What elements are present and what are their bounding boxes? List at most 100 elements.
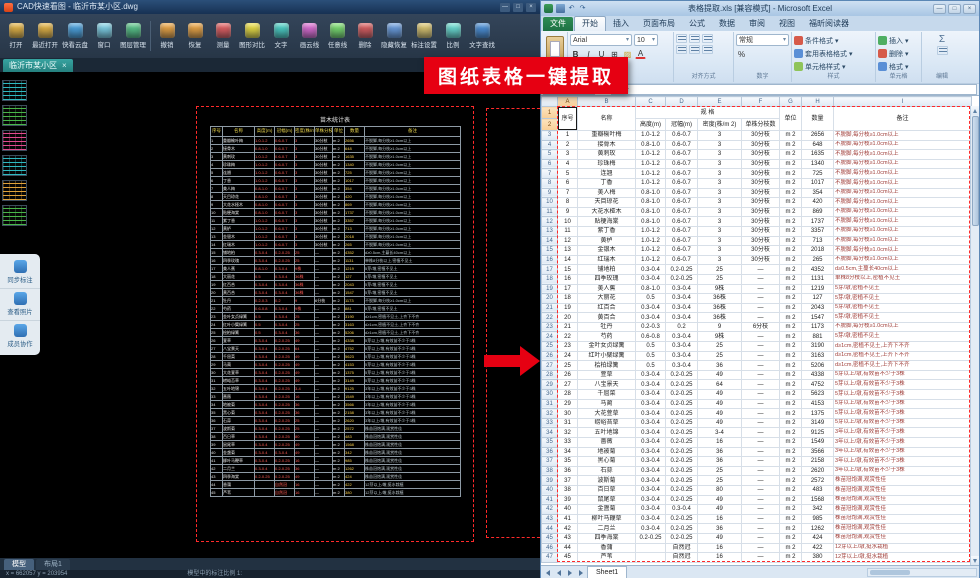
cell-A8[interactable]: 6 bbox=[558, 178, 578, 188]
redo-icon[interactable]: ↷ bbox=[578, 4, 587, 13]
cell-F23[interactable]: 6分枝 bbox=[742, 322, 780, 332]
cell-B4[interactable]: 接骨木 bbox=[578, 140, 636, 150]
undo-icon[interactable]: ↶ bbox=[567, 4, 576, 13]
cad-toolbar-measure-icon[interactable]: 测量 bbox=[209, 16, 237, 56]
cell-I42[interactable]: 株苗冠饱满,观赏性佳 bbox=[834, 505, 972, 515]
cell-C7[interactable]: 1.0-1.2 bbox=[636, 169, 666, 179]
cell-E32[interactable]: 49 bbox=[698, 409, 742, 419]
cell-C11[interactable]: 0.8-1.0 bbox=[636, 207, 666, 217]
row-header-41[interactable]: 41 bbox=[542, 495, 558, 505]
cell-B45[interactable]: 四季海棠 bbox=[578, 533, 636, 543]
cell-F6[interactable]: 30分枝 bbox=[742, 159, 780, 169]
row-header-16[interactable]: 16 bbox=[542, 255, 558, 265]
cell-I18[interactable]: 单株8分枝以上,密植不见土 bbox=[834, 274, 972, 284]
ribbon-tab-审阅[interactable]: 审阅 bbox=[742, 17, 772, 31]
cell-D12[interactable]: 0.6-0.7 bbox=[666, 217, 698, 227]
drawing-thumbnail[interactable] bbox=[2, 80, 27, 101]
cell-C16[interactable]: 1.0-1.2 bbox=[636, 255, 666, 265]
cell-B23[interactable]: 牡丹 bbox=[578, 322, 636, 332]
cell-C42[interactable]: 0.3-0.4 bbox=[636, 505, 666, 515]
cell-D22[interactable]: 0.3-0.4 bbox=[666, 313, 698, 323]
cell-D39[interactable]: 0.2-0.25 bbox=[666, 476, 698, 486]
cell-D19[interactable]: 0.3-0.4 bbox=[666, 284, 698, 294]
cell-F30[interactable]: — bbox=[742, 390, 780, 400]
cell-F31[interactable]: — bbox=[742, 399, 780, 409]
row-header-9[interactable]: 9 bbox=[542, 188, 558, 198]
row-header-43[interactable]: 43 bbox=[542, 514, 558, 524]
row-header-47[interactable]: 47 bbox=[542, 553, 558, 563]
cell-F29[interactable]: — bbox=[742, 380, 780, 390]
row-header-45[interactable]: 45 bbox=[542, 533, 558, 543]
cell-H19[interactable]: 1219 bbox=[802, 284, 834, 294]
cell-C25[interactable]: 0.5 bbox=[636, 342, 666, 352]
cell-F41[interactable]: — bbox=[742, 495, 780, 505]
cell-B7[interactable]: 连翘 bbox=[578, 169, 636, 179]
cell-H18[interactable]: 1131 bbox=[802, 274, 834, 284]
cell-E40[interactable]: 80 bbox=[698, 485, 742, 495]
cell-F46[interactable]: — bbox=[742, 543, 780, 553]
row-header-22[interactable]: 22 bbox=[542, 313, 558, 323]
cell-F4[interactable]: 30分枝 bbox=[742, 140, 780, 150]
row-header-37[interactable]: 37 bbox=[542, 457, 558, 467]
cell-E28[interactable]: 49 bbox=[698, 370, 742, 380]
cell-I29[interactable]: 5芽以上/墩,有效苗不少于3株 bbox=[834, 380, 972, 390]
cell-C6[interactable]: 1.0-1.2 bbox=[636, 159, 666, 169]
align-left-icon[interactable] bbox=[676, 45, 687, 54]
cad-toolbar-cloud-drive-icon[interactable]: 快看云盘 bbox=[60, 16, 90, 56]
cells-button-insert-cells-icon[interactable]: 插入▾ bbox=[878, 34, 919, 47]
cell-I28[interactable]: 5芽以上/墩,有效苗不少于3株 bbox=[834, 370, 972, 380]
cell-G15[interactable]: m 2 bbox=[780, 246, 802, 256]
cell-E16[interactable]: 3 bbox=[698, 255, 742, 265]
cell-H31[interactable]: 4153 bbox=[802, 399, 834, 409]
cell-E18[interactable]: 25 bbox=[698, 274, 742, 284]
cell-E38[interactable]: 25 bbox=[698, 466, 742, 476]
cad-document-tab[interactable]: 临沂市某小区 × bbox=[3, 59, 73, 72]
col-header-H[interactable]: H bbox=[802, 97, 834, 107]
cell-D4[interactable]: 0.6-0.7 bbox=[666, 140, 698, 150]
cell-C36[interactable]: 0.3-0.4 bbox=[636, 447, 666, 457]
row-header-13[interactable]: 13 bbox=[542, 226, 558, 236]
cell-G35[interactable]: m 2 bbox=[780, 438, 802, 448]
minimize-icon[interactable]: — bbox=[500, 3, 510, 12]
col-header-G[interactable]: G bbox=[780, 97, 802, 107]
cell-D13[interactable]: 0.6-0.7 bbox=[666, 226, 698, 236]
cell-C37[interactable]: 0.3-0.4 bbox=[636, 457, 666, 467]
cell-I23[interactable]: 不脱脚,每分枝≥1.0cm以上 bbox=[834, 322, 972, 332]
cell-H11[interactable]: 869 bbox=[802, 207, 834, 217]
cell-C26[interactable]: 0.5 bbox=[636, 351, 666, 361]
cell-G1[interactable]: 单位 bbox=[780, 107, 802, 131]
cell-B46[interactable]: 香蒲 bbox=[578, 543, 636, 553]
cell-B44[interactable]: 二月兰 bbox=[578, 524, 636, 534]
ribbon-tab-开始[interactable]: 开始 bbox=[574, 16, 606, 31]
cell-D7[interactable]: 0.6-0.7 bbox=[666, 169, 698, 179]
cell-D36[interactable]: 0.2-0.25 bbox=[666, 447, 698, 457]
cell-I21[interactable]: 5芽/墩,密植不见土 bbox=[834, 303, 972, 313]
cell-F26[interactable]: — bbox=[742, 351, 780, 361]
cell-C41[interactable]: 0.3-0.4 bbox=[636, 495, 666, 505]
cell-I4[interactable]: 不脱脚,每分枝≥1.0cm以上 bbox=[834, 140, 972, 150]
cell-A27[interactable]: 25 bbox=[558, 361, 578, 371]
row-header-24[interactable]: 24 bbox=[542, 332, 558, 342]
cell-E4[interactable]: 3 bbox=[698, 140, 742, 150]
close-icon[interactable]: × bbox=[963, 4, 976, 14]
cell-E15[interactable]: 3 bbox=[698, 246, 742, 256]
cell-D8[interactable]: 0.6-0.7 bbox=[666, 178, 698, 188]
cell-C46[interactable] bbox=[636, 543, 666, 553]
cell-G25[interactable]: m 2 bbox=[780, 342, 802, 352]
cell-I45[interactable]: 株苗冠饱满,观赏性佳 bbox=[834, 533, 972, 543]
row-header-42[interactable]: 42 bbox=[542, 505, 558, 515]
cell-F47[interactable]: — bbox=[742, 553, 780, 563]
row-header-29[interactable]: 29 bbox=[542, 380, 558, 390]
cell-D24[interactable]: 0.3-0.4 bbox=[666, 332, 698, 342]
cell-G39[interactable]: m 2 bbox=[780, 476, 802, 486]
cell-E25[interactable]: 25 bbox=[698, 342, 742, 352]
cell-B5[interactable]: 黄刺玫 bbox=[578, 150, 636, 160]
cell-I7[interactable]: 不脱脚,每分枝≥1.0cm以上 bbox=[834, 169, 972, 179]
row-header-34[interactable]: 34 bbox=[542, 428, 558, 438]
cell-B25[interactable]: 金叶女贞绿篱 bbox=[578, 342, 636, 352]
cell-A45[interactable]: 43 bbox=[558, 533, 578, 543]
cell-G34[interactable]: m 2 bbox=[780, 428, 802, 438]
cell-F27[interactable]: — bbox=[742, 361, 780, 371]
cell-B30[interactable]: 千屈菜 bbox=[578, 390, 636, 400]
row-header-19[interactable]: 19 bbox=[542, 284, 558, 294]
